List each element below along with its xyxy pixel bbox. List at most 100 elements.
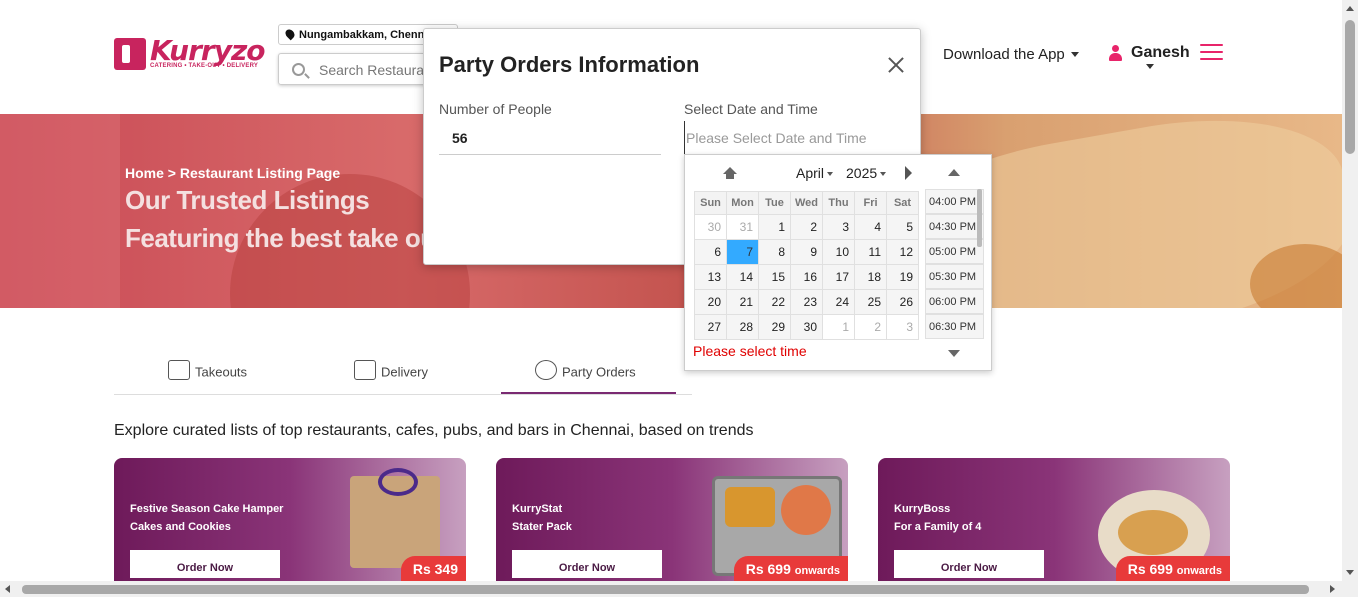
vertical-scrollbar[interactable] [1342,0,1358,581]
delivery-icon [354,360,376,380]
tab-delivery[interactable]: Delivery [354,360,428,395]
user-name: Ganesh [1131,44,1190,61]
calendar-day-selected[interactable]: 7 [726,239,759,265]
time-option[interactable]: 06:30 PM [925,314,984,339]
calendar-day[interactable]: 10 [822,239,855,265]
horizontal-scrollbar[interactable] [0,581,1358,597]
explore-text: Explore curated lists of top restaurants… [114,422,754,439]
card-title: KurryStat Stater Pack [512,503,572,533]
calendar-day[interactable]: 24 [822,289,855,315]
calendar-day[interactable]: 20 [694,289,727,315]
people-label: Number of People [439,101,552,117]
logo-tagline: CATERING • TAKE-OUT • DELIVERY [150,63,259,69]
calendar-day[interactable]: 25 [854,289,887,315]
weekday-header: Mon [726,191,759,215]
calendar-day[interactable]: 5 [886,214,919,240]
calendar-day[interactable]: 28 [726,314,759,340]
calendar-day[interactable]: 8 [758,239,791,265]
calendar-day[interactable]: 1 [758,214,791,240]
calendar-day[interactable]: 27 [694,314,727,340]
calendar-grid: Sun Mon Tue Wed Thu Fri Sat 30 31 1 2 3 4 5 6 7 8 9 10 11 1… [694,191,919,340]
calendar-day[interactable]: 3 [886,314,919,340]
time-option[interactable]: 04:30 PM [925,214,984,239]
time-option[interactable]: 05:00 PM [925,239,984,264]
calendar-day[interactable]: 12 [886,239,919,265]
scroll-left-icon [5,585,10,593]
price-badge: Rs 349 [400,556,466,581]
calendar-day[interactable]: 23 [790,289,823,315]
kurryzo-logo[interactable]: Kurryzo CATERING • TAKE-OUT • DELIVERY [114,34,266,72]
time-scroll-up-icon[interactable] [948,169,960,176]
calendar-day[interactable]: 31 [726,214,759,240]
download-app-label: Download the App [943,46,1065,63]
weekday-header: Wed [790,191,823,215]
price-badge: Rs 699 onwards [1115,556,1230,581]
date-time-input[interactable] [684,121,906,155]
home-icon[interactable] [723,167,737,180]
banner-subtitle: Featuring the best take out [125,223,444,253]
date-label: Select Date and Time [684,101,818,117]
next-month-icon[interactable] [905,166,912,180]
order-now-button[interactable]: Order Now [894,550,1044,578]
search-icon [292,63,305,76]
calendar-day[interactable]: 22 [758,289,791,315]
tab-label: Party Orders [562,364,636,380]
promo-card[interactable]: KurryStat Stater Pack Order Now Rs 699 on… [496,458,848,588]
caret-down-icon [827,172,834,176]
order-now-button[interactable]: Order Now [130,550,280,578]
location-text: Nungambakkam, Chennai [299,29,434,41]
calendar-day[interactable]: 14 [726,264,759,290]
calendar-day[interactable]: 9 [790,239,823,265]
time-option[interactable]: 06:00 PM [925,289,984,314]
close-icon[interactable] [884,53,908,77]
calendar-day[interactable]: 11 [854,239,887,265]
time-scrollbar[interactable] [977,189,982,247]
calendar-day[interactable]: 26 [886,289,919,315]
calendar-day[interactable]: 2 [854,314,887,340]
weekday-header: Fri [854,191,887,215]
tab-takeouts[interactable]: Takeouts [168,360,247,395]
party-icon [535,360,557,380]
people-input[interactable] [439,121,661,155]
calendar-day[interactable]: 17 [822,264,855,290]
card-title: KurryBoss For a Family of 4 [894,503,982,533]
calendar-day[interactable]: 16 [790,264,823,290]
weekday-header: Sun [694,191,727,215]
price-badge: Rs 699 onwards [733,556,848,581]
calendar-day[interactable]: 6 [694,239,727,265]
calendar-day[interactable]: 3 [822,214,855,240]
breadcrumb[interactable]: Home > Restaurant Listing Page [125,165,340,181]
month-select[interactable]: April [796,165,834,181]
tab-party-orders[interactable]: Party Orders [501,360,676,394]
calendar-day[interactable]: 30 [694,214,727,240]
calendar-day[interactable]: 15 [758,264,791,290]
calendar-day[interactable]: 2 [790,214,823,240]
scroll-right-icon [1330,585,1335,593]
scroll-thumb [22,585,1309,594]
calendar-day[interactable]: 13 [694,264,727,290]
year-select[interactable]: 2025 [846,165,887,181]
calendar-day[interactable]: 1 [822,314,855,340]
promo-card[interactable]: Festive Season Cake Hamper Cakes and Cook… [114,458,466,588]
time-error-message: Please select time [693,343,807,359]
calendar-day[interactable]: 29 [758,314,791,340]
calendar-day[interactable]: 21 [726,289,759,315]
map-pin-icon [283,27,297,41]
cake-hamper-image [350,468,440,568]
time-scroll-down-icon[interactable] [948,350,960,357]
hamburger-menu-icon[interactable] [1200,44,1223,60]
weekday-header: Sat [886,191,919,215]
order-type-tabs: Takeouts Delivery Party Orders [114,355,692,395]
download-app-dropdown[interactable]: Download the App [943,46,1079,63]
modal-title: Party Orders Information [439,52,700,77]
banner-title: Our Trusted Listings [125,185,370,215]
order-now-button[interactable]: Order Now [512,550,662,578]
time-option[interactable]: 04:00 PM [925,189,984,214]
promo-card[interactable]: KurryBoss For a Family of 4 Order Now Rs … [878,458,1230,588]
calendar-day[interactable]: 18 [854,264,887,290]
scroll-down-icon [1346,570,1354,575]
calendar-day[interactable]: 19 [886,264,919,290]
calendar-day[interactable]: 30 [790,314,823,340]
calendar-day[interactable]: 4 [854,214,887,240]
time-option[interactable]: 05:30 PM [925,264,984,289]
